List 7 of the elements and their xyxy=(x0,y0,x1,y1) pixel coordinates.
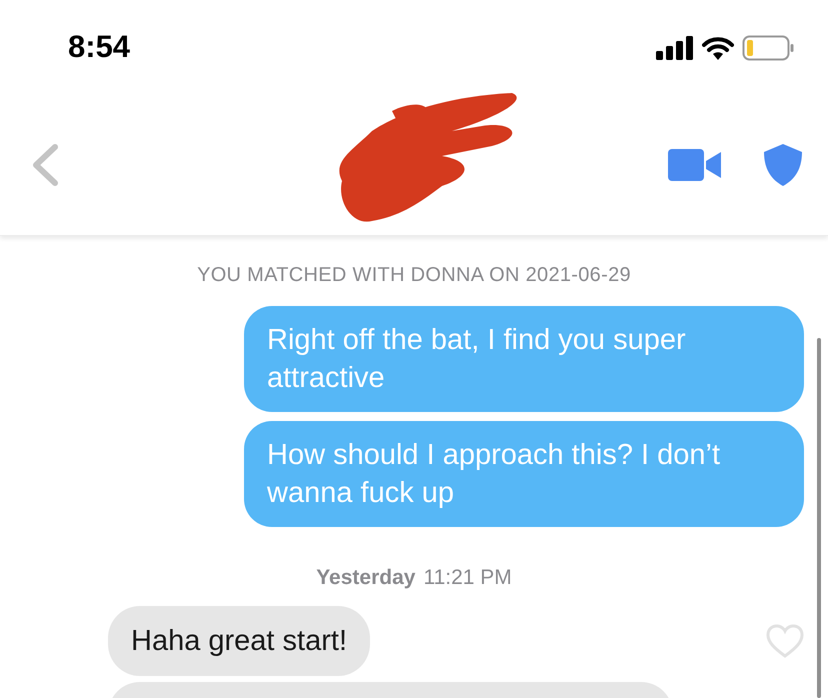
timestamp-time: 11:21 PM xyxy=(423,565,512,591)
sent-message: Right off the bat, I find you super attractive xyxy=(244,306,804,412)
match-notice: YOU MATCHED WITH DONNA ON 2021-06-29 xyxy=(197,263,631,288)
timestamp-day: Yesterday xyxy=(316,562,416,594)
received-message: Haha great start! xyxy=(108,606,370,676)
sent-message: How should I approach this? I don’t wanna fuck up xyxy=(244,421,804,527)
status-time: 8:54 xyxy=(68,28,130,66)
